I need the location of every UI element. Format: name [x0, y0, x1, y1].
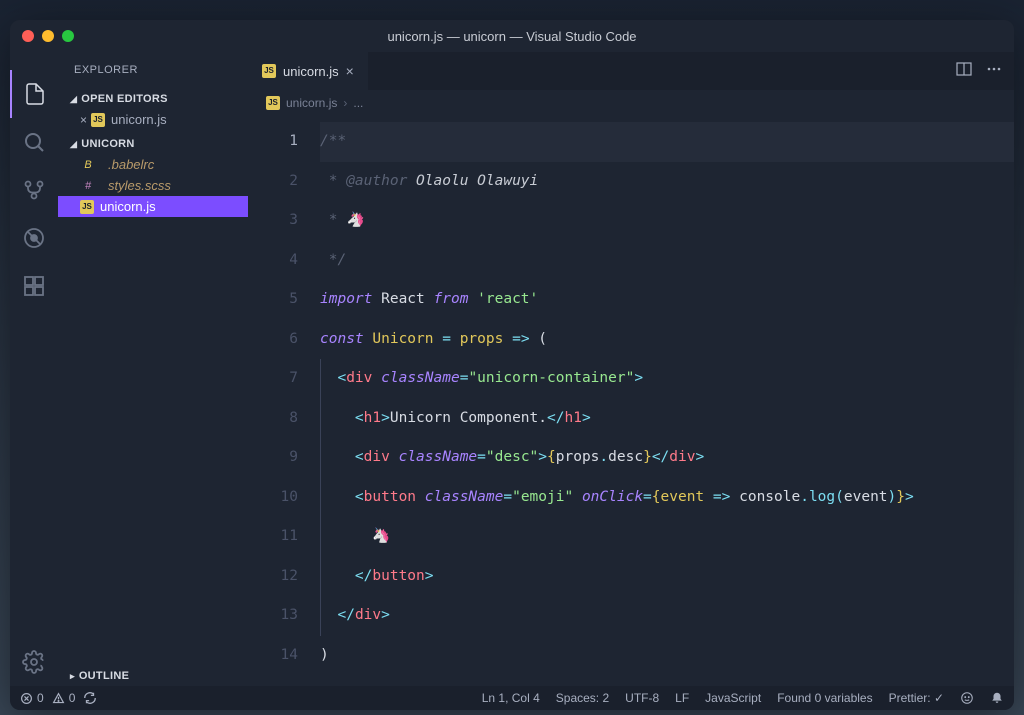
file-item[interactable]: JS unicorn.js — [58, 196, 248, 217]
status-variables[interactable]: Found 0 variables — [777, 691, 872, 705]
search-icon[interactable] — [10, 118, 58, 166]
js-file-icon: JS — [91, 113, 105, 127]
file-name: styles.scss — [108, 178, 171, 193]
traffic-lights — [22, 30, 74, 42]
split-editor-icon[interactable] — [956, 61, 972, 82]
sidebar: EXPLORER ◢OPEN EDITORS × JS unicorn.js ◢UN… — [58, 52, 248, 686]
close-icon[interactable]: × — [346, 63, 354, 79]
window-title: unicorn.js — unicorn — Visual Studio Cod… — [387, 29, 636, 44]
file-name: unicorn.js — [100, 199, 156, 214]
settings-gear-icon[interactable] — [10, 638, 58, 686]
tab-label: unicorn.js — [283, 64, 339, 79]
babel-file-icon: B — [80, 159, 96, 171]
open-editor-item[interactable]: × JS unicorn.js — [58, 109, 248, 130]
project-section: ◢UNICORN B .babelrc # styles.scss JS unicorn.… — [58, 132, 248, 219]
code-line[interactable]: 🦄 — [320, 517, 1014, 557]
status-bell-icon[interactable] — [990, 691, 1004, 705]
code-line[interactable]: <h1>Unicorn Component.</h1> — [320, 399, 1014, 439]
close-icon[interactable]: × — [80, 113, 87, 127]
js-file-icon: JS — [80, 200, 94, 214]
status-feedback-icon[interactable] — [960, 691, 974, 705]
breadcrumb[interactable]: JS unicorn.js › ... — [248, 90, 1014, 116]
extensions-icon[interactable] — [10, 262, 58, 310]
code-line[interactable]: * @author Olaolu Olawuyi — [320, 162, 1014, 202]
code-line[interactable]: </button> — [320, 557, 1014, 597]
explorer-icon[interactable] — [10, 70, 58, 118]
status-cursor[interactable]: Ln 1, Col 4 — [482, 691, 540, 705]
tabs-row: JS unicorn.js × — [248, 52, 1014, 90]
window-maximize-button[interactable] — [62, 30, 74, 42]
status-eol[interactable]: LF — [675, 691, 689, 705]
body: EXPLORER ◢OPEN EDITORS × JS unicorn.js ◢UN… — [10, 52, 1014, 686]
statusbar: 0 0 Ln 1, Col 4 Spaces: 2 UTF-8 LF JavaS… — [10, 686, 1014, 710]
open-editors-title[interactable]: ◢OPEN EDITORS — [58, 89, 248, 109]
outline-title[interactable]: ▸OUTLINE — [58, 666, 248, 686]
open-editors-section: ◢OPEN EDITORS × JS unicorn.js — [58, 87, 248, 132]
file-item[interactable]: B .babelrc — [58, 154, 248, 175]
code-line[interactable]: import React from 'react' — [320, 280, 1014, 320]
code-line[interactable]: /** — [320, 122, 1014, 162]
breadcrumb-tail: ... — [353, 96, 363, 110]
code-line[interactable]: </div> — [320, 596, 1014, 636]
code-area[interactable]: 1234567891011121314 /** * @author Olaolu… — [248, 116, 1014, 686]
js-file-icon: JS — [266, 96, 280, 110]
sidebar-header: EXPLORER — [58, 52, 248, 87]
scss-file-icon: # — [80, 180, 96, 192]
titlebar: unicorn.js — unicorn — Visual Studio Cod… — [10, 20, 1014, 52]
status-sync-icon[interactable] — [83, 691, 97, 705]
chevron-down-icon: ◢ — [70, 94, 77, 105]
status-errors[interactable]: 0 — [20, 691, 44, 705]
breadcrumb-file: unicorn.js — [286, 96, 337, 110]
status-prettier[interactable]: Prettier: ✓ — [889, 691, 944, 705]
debug-icon[interactable] — [10, 214, 58, 262]
code-line[interactable]: <div className="unicorn-container"> — [320, 359, 1014, 399]
status-language[interactable]: JavaScript — [705, 691, 761, 705]
code-content[interactable]: /** * @author Olaolu Olawuyi * 🦄 */impor… — [320, 116, 1014, 686]
status-spaces[interactable]: Spaces: 2 — [556, 691, 609, 705]
code-line[interactable]: * 🦄 — [320, 201, 1014, 241]
code-line[interactable]: const Unicorn = props => ( — [320, 320, 1014, 360]
file-name: unicorn.js — [111, 112, 167, 127]
file-name: .babelrc — [108, 157, 154, 172]
code-line[interactable]: <div className="desc">{props.desc}</div> — [320, 438, 1014, 478]
file-item[interactable]: # styles.scss — [58, 175, 248, 196]
more-actions-icon[interactable] — [986, 61, 1002, 82]
code-line[interactable]: */ — [320, 241, 1014, 281]
code-line[interactable]: ) — [320, 636, 1014, 676]
chevron-down-icon: ◢ — [70, 139, 77, 150]
window-close-button[interactable] — [22, 30, 34, 42]
activity-bar — [10, 52, 58, 686]
chevron-right-icon: › — [343, 96, 347, 110]
status-encoding[interactable]: UTF-8 — [625, 691, 659, 705]
line-number-gutter: 1234567891011121314 — [248, 116, 320, 686]
code-line[interactable]: <button className="emoji" onClick={event… — [320, 478, 1014, 518]
window: unicorn.js — unicorn — Visual Studio Cod… — [10, 20, 1014, 710]
chevron-right-icon: ▸ — [70, 671, 75, 682]
project-title[interactable]: ◢UNICORN — [58, 134, 248, 154]
source-control-icon[interactable] — [10, 166, 58, 214]
editor-area: JS unicorn.js × JS unicorn.js › ... 123456… — [248, 52, 1014, 686]
tab[interactable]: JS unicorn.js × — [248, 52, 368, 90]
js-file-icon: JS — [262, 64, 276, 78]
status-warnings[interactable]: 0 — [52, 691, 76, 705]
window-minimize-button[interactable] — [42, 30, 54, 42]
tabs-actions — [944, 52, 1014, 90]
